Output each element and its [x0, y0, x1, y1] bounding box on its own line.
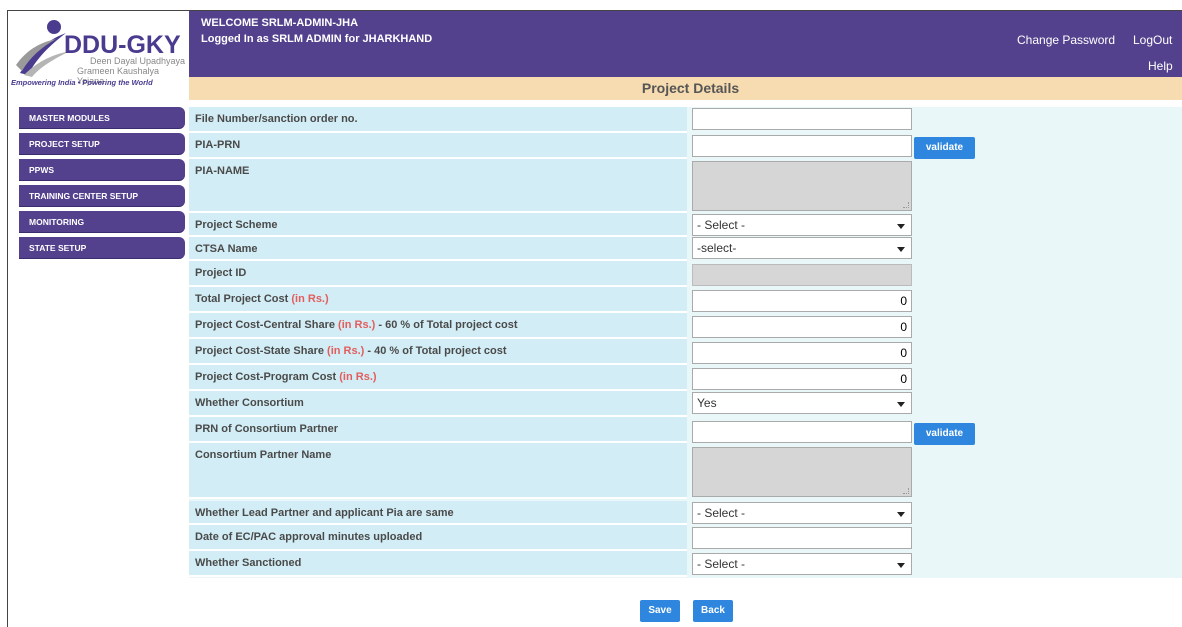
project-details-form: File Number/sanction order no. PIA-PRN v… — [189, 107, 1182, 578]
program-cost-label: Project Cost-Program Cost (in Rs.) — [195, 371, 377, 383]
back-button[interactable]: Back — [693, 600, 733, 622]
ec-pac-date-input[interactable] — [692, 527, 912, 549]
sanctioned-select[interactable]: - Select - — [692, 553, 912, 575]
pia-prn-label: PIA-PRN — [195, 139, 241, 151]
sidebar-item-master-modules[interactable]: MASTER MODULES — [19, 107, 185, 129]
save-button[interactable]: Save — [640, 600, 680, 622]
chevron-down-icon — [897, 512, 905, 517]
total-cost-label: Total Project Cost (in Rs.) — [195, 293, 329, 305]
logout-link[interactable]: LogOut — [1133, 33, 1172, 47]
sidebar-nav: MASTER MODULES PROJECT SETUP PPWS TRAINI… — [19, 107, 185, 263]
project-id-label: Project ID — [195, 267, 247, 279]
sidebar-item-project-setup[interactable]: PROJECT SETUP — [19, 133, 185, 155]
form-row: PIA-PRN — [189, 133, 687, 159]
central-share-label: Project Cost-Central Share (in Rs.) - 60… — [195, 319, 518, 331]
logged-in-text: Logged In as SRLM ADMIN for JHARKHAND — [201, 33, 433, 45]
lead-partner-same-select[interactable]: - Select - — [692, 502, 912, 524]
pia-name-label: PIA-NAME — [195, 165, 250, 177]
total-cost-input[interactable] — [692, 290, 912, 312]
form-row: Date of EC/PAC approval minutes uploaded — [189, 525, 687, 551]
consortium-prn-input[interactable] — [692, 421, 912, 443]
validate-consortium-prn-button[interactable]: validate — [914, 423, 975, 445]
ctsa-name-select[interactable]: -select- — [692, 237, 912, 259]
form-row: Whether Sanctioned — [189, 551, 687, 577]
ec-pac-date-label: Date of EC/PAC approval minutes uploaded — [195, 531, 423, 543]
form-row: Project Cost-Central Share (in Rs.) - 60… — [189, 313, 687, 339]
ctsa-name-value: -select- — [697, 241, 737, 255]
program-cost-input[interactable] — [692, 368, 912, 390]
file-number-input[interactable] — [692, 108, 912, 130]
form-row: Project ID — [189, 261, 687, 287]
sidebar-item-ppws[interactable]: PPWS — [19, 159, 185, 181]
pia-name-textarea — [692, 161, 912, 211]
change-password-link[interactable]: Change Password — [1017, 33, 1115, 47]
chevron-down-icon — [897, 247, 905, 252]
sanctioned-value: - Select - — [697, 557, 746, 571]
form-row: Whether Lead Partner and applicant Pia a… — [189, 501, 687, 525]
form-row: File Number/sanction order no. — [189, 107, 687, 133]
form-row: Project Cost-Program Cost (in Rs.) — [189, 365, 687, 391]
sidebar-item-training-center-setup[interactable]: TRAINING CENTER SETUP — [19, 185, 185, 207]
validate-pia-prn-button[interactable]: validate — [914, 137, 975, 159]
consortium-prn-label: PRN of Consortium Partner — [195, 423, 339, 435]
project-scheme-value: - Select - — [697, 218, 746, 232]
page-title: Project Details — [189, 77, 1182, 100]
form-row: Project Scheme — [189, 213, 687, 237]
central-share-input[interactable] — [692, 316, 912, 338]
file-number-label: File Number/sanction order no. — [195, 113, 358, 125]
form-row: PRN of Consortium Partner — [189, 417, 687, 443]
chevron-down-icon — [897, 402, 905, 407]
pia-prn-input[interactable] — [692, 135, 912, 157]
project-scheme-label: Project Scheme — [195, 219, 278, 231]
state-share-input[interactable] — [692, 342, 912, 364]
form-row: Consortium Partner Name — [189, 443, 687, 499]
consortium-label: Whether Consortium — [195, 397, 304, 409]
form-row: Whether Consortium — [189, 391, 687, 417]
form-row: Total Project Cost (in Rs.) — [189, 287, 687, 313]
sidebar-item-state-setup[interactable]: STATE SETUP — [19, 237, 185, 259]
project-scheme-select[interactable]: - Select - — [692, 214, 912, 236]
sidebar-item-monitoring[interactable]: MONITORING — [19, 211, 185, 233]
consortium-name-label: Consortium Partner Name — [195, 449, 332, 461]
chevron-down-icon — [897, 563, 905, 568]
state-share-label: Project Cost-State Share (in Rs.) - 40 %… — [195, 345, 507, 357]
consortium-value: Yes — [697, 396, 717, 410]
logo-subtitle-line1: Deen Dayal Upadhyaya — [90, 56, 186, 66]
lead-partner-same-value: - Select - — [697, 506, 746, 520]
welcome-text: WELCOME SRLM-ADMIN-JHA — [201, 17, 359, 29]
header-bar: WELCOME SRLM-ADMIN-JHA Logged In as SRLM… — [189, 11, 1182, 77]
sanctioned-label: Whether Sanctioned — [195, 557, 302, 569]
help-link[interactable]: Help — [1148, 59, 1173, 73]
form-row: Project Cost-State Share (in Rs.) - 40 %… — [189, 339, 687, 365]
consortium-name-textarea — [692, 447, 912, 497]
form-row: CTSA Name — [189, 237, 687, 261]
logo-tagline: Empowering India • Powering the World — [11, 78, 153, 87]
chevron-down-icon — [897, 224, 905, 229]
ddu-gky-logo: DDU-GKY Deen Dayal Upadhyaya Grameen Kau… — [8, 11, 188, 89]
lead-partner-same-label: Whether Lead Partner and applicant Pia a… — [195, 507, 454, 519]
form-row: PIA-NAME — [189, 159, 687, 213]
ctsa-name-label: CTSA Name — [195, 243, 258, 255]
consortium-select[interactable]: Yes — [692, 392, 912, 414]
project-id-input — [692, 264, 912, 286]
